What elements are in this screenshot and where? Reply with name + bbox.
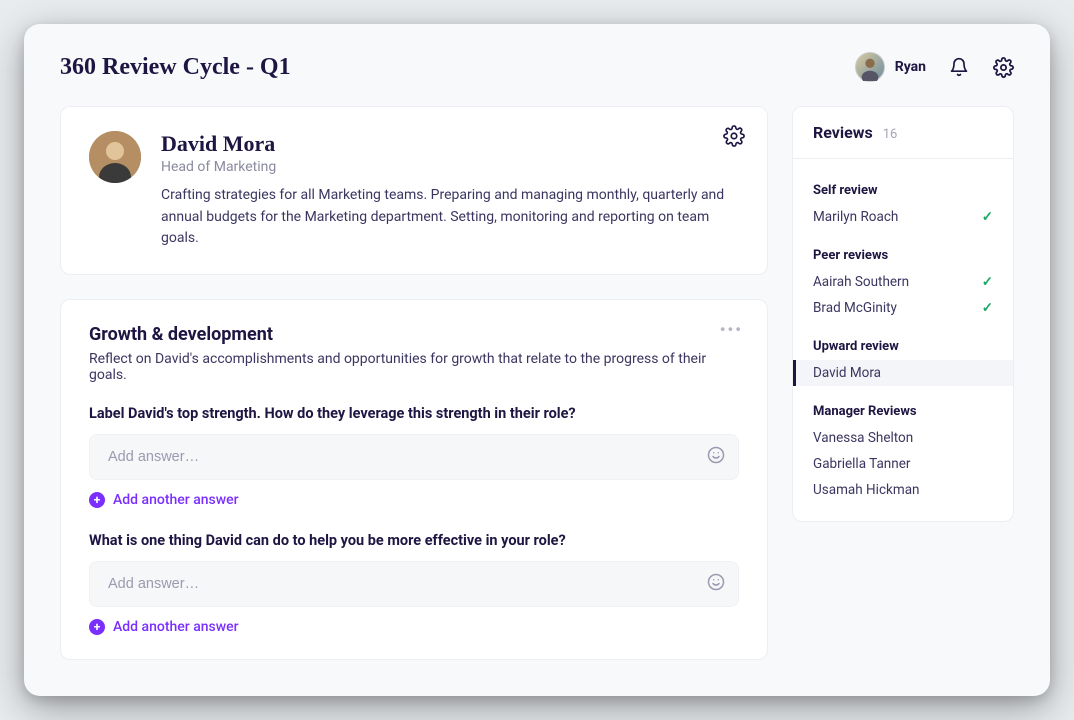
reviews-sidebar: Reviews 16 Self review Marilyn Roach ✓ P… xyxy=(792,106,1014,522)
plus-icon: + xyxy=(89,619,105,635)
answer-1-wrap xyxy=(89,434,739,480)
review-item[interactable]: Marilyn Roach ✓ xyxy=(793,204,1013,230)
emoji-icon[interactable] xyxy=(707,573,725,595)
profile-role: Head of Marketing xyxy=(161,159,739,175)
sidebar-title: Reviews xyxy=(813,123,873,142)
group-upward-label: Upward review xyxy=(793,321,1013,360)
emoji-icon[interactable] xyxy=(707,446,725,468)
answer-2-wrap xyxy=(89,561,739,607)
group-manager-label: Manager Reviews xyxy=(793,386,1013,425)
user-name: Ryan xyxy=(895,59,926,75)
profile-settings-icon[interactable] xyxy=(723,125,745,151)
review-name: David Mora xyxy=(813,365,881,381)
check-icon: ✓ xyxy=(982,209,993,225)
profile-description: Crafting strategies for all Marketing te… xyxy=(161,185,739,250)
check-icon: ✓ xyxy=(982,300,993,316)
section-title: Growth & development xyxy=(89,324,739,345)
add-answer-2-button[interactable]: + Add another answer xyxy=(89,619,739,635)
user-chip[interactable]: Ryan xyxy=(855,52,926,82)
profile-name: David Mora xyxy=(161,131,739,157)
answer-1-input[interactable] xyxy=(89,434,739,480)
profile-info: David Mora Head of Marketing Crafting st… xyxy=(161,131,739,250)
review-item[interactable]: Usamah Hickman xyxy=(793,477,1013,503)
review-item[interactable]: Vanessa Shelton xyxy=(793,425,1013,451)
more-icon[interactable]: ••• xyxy=(720,320,743,339)
header: 360 Review Cycle - Q1 Ryan xyxy=(60,52,1014,82)
review-name: Brad McGinity xyxy=(813,300,897,316)
review-name: Gabriella Tanner xyxy=(813,456,910,472)
profile-avatar xyxy=(89,131,141,183)
question-1-label: Label David's top strength. How do they … xyxy=(89,405,739,422)
section-card: ••• Growth & development Reflect on Davi… xyxy=(60,299,768,660)
review-name: Marilyn Roach xyxy=(813,209,898,225)
main-column: David Mora Head of Marketing Crafting st… xyxy=(60,106,768,660)
add-answer-1-label: Add another answer xyxy=(113,492,239,508)
settings-icon[interactable] xyxy=(992,56,1014,78)
plus-icon: + xyxy=(89,492,105,508)
section-subtitle: Reflect on David's accomplishments and o… xyxy=(89,351,739,383)
content: David Mora Head of Marketing Crafting st… xyxy=(60,106,1014,660)
review-name: Aairah Southern xyxy=(813,274,909,290)
review-item[interactable]: Brad McGinity ✓ xyxy=(793,295,1013,321)
sidebar-header: Reviews 16 xyxy=(793,107,1013,159)
review-name: Vanessa Shelton xyxy=(813,430,913,446)
review-item[interactable]: Gabriella Tanner xyxy=(793,451,1013,477)
user-avatar xyxy=(855,52,885,82)
sidebar-body: Self review Marilyn Roach ✓ Peer reviews… xyxy=(793,159,1013,521)
page-title: 360 Review Cycle - Q1 xyxy=(60,54,291,81)
group-self-label: Self review xyxy=(793,173,1013,204)
add-answer-2-label: Add another answer xyxy=(113,619,239,635)
answer-2-input[interactable] xyxy=(89,561,739,607)
header-right: Ryan xyxy=(855,52,1014,82)
app-window: 360 Review Cycle - Q1 Ryan xyxy=(24,24,1050,696)
check-icon: ✓ xyxy=(982,274,993,290)
question-2-label: What is one thing David can do to help y… xyxy=(89,532,739,549)
review-item-active[interactable]: David Mora xyxy=(793,360,1013,386)
review-item[interactable]: Aairah Southern ✓ xyxy=(793,269,1013,295)
profile-card: David Mora Head of Marketing Crafting st… xyxy=(60,106,768,275)
notifications-icon[interactable] xyxy=(948,56,970,78)
add-answer-1-button[interactable]: + Add another answer xyxy=(89,492,739,508)
group-peer-label: Peer reviews xyxy=(793,230,1013,269)
review-name: Usamah Hickman xyxy=(813,482,920,498)
sidebar-count: 16 xyxy=(883,127,898,142)
